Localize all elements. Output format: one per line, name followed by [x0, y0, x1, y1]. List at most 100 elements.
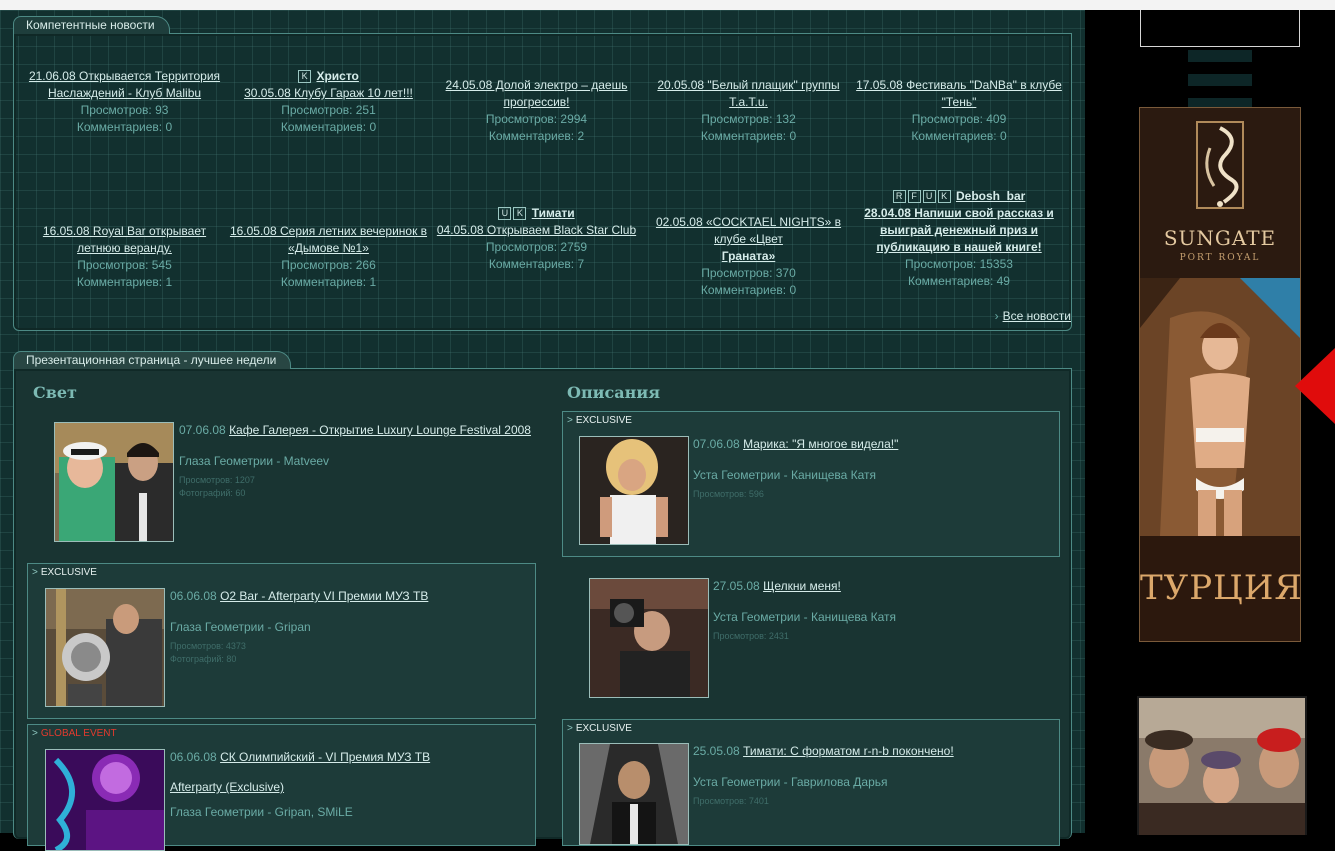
- author-tag[interactable]: Христо: [316, 69, 358, 83]
- news-item: RFUK Debosh_bar 28.04.08 Напиши свой рас…: [854, 188, 1064, 290]
- entry-photos: Фотографий: 60: [179, 488, 246, 498]
- dragon-logo-icon: [1196, 121, 1244, 209]
- news-comments: Комментариев: 2: [488, 129, 585, 143]
- presentation-panel-title: Презентационная страница - лучшее недели: [13, 351, 292, 369]
- entry-source: Глаза Геометрии - Gripan: [170, 620, 311, 634]
- entry-thumbnail[interactable]: [45, 588, 165, 707]
- news-views: Просмотров: 409: [911, 112, 1007, 126]
- entry-thumbnail[interactable]: [45, 749, 165, 851]
- chevron-right-icon: >: [567, 415, 573, 426]
- news-item: 24.05.08 Долой электро – даешь прогресси…: [434, 77, 639, 145]
- entry-thumbnail[interactable]: [579, 436, 689, 545]
- entry-views: Просмотров: 4373: [170, 641, 246, 651]
- chevron-right-icon: >: [32, 728, 38, 739]
- photo-woman-icon: [580, 437, 688, 544]
- news-link-text: 02.05.08 «COCKTAEL NIGHTS» в клубе «Цвет: [655, 215, 842, 246]
- presentation-entry: 07.06.08 Кафе Галерея - Открытие Luxury …: [179, 422, 534, 500]
- bottom-banner-ad[interactable]: [1137, 696, 1307, 835]
- news-comments: Комментариев: 0: [76, 120, 173, 134]
- news-views: Просмотров: 93: [80, 103, 169, 117]
- entry-date: 25.05.08: [693, 744, 740, 758]
- flag-icon: K: [937, 190, 951, 203]
- entry-link[interactable]: Тимати: С форматом r-n-b покончено!: [743, 744, 954, 758]
- chevron-right-icon: ›: [994, 309, 999, 323]
- global-event-label: > GLOBAL EVENT: [32, 728, 117, 739]
- author-flags: UK: [498, 205, 528, 222]
- entry-source: Уста Геометрии - Канищева Катя: [693, 468, 877, 482]
- entry-link[interactable]: Afterparty (Exclusive): [170, 780, 284, 794]
- author-tag[interactable]: Debosh_bar: [956, 189, 1025, 203]
- news-item: 16.05.08 Серия летних вечеринок в «Дымов…: [226, 223, 431, 291]
- news-views: Просмотров: 251: [281, 103, 376, 117]
- news-comments: Комментариев: 0: [280, 120, 377, 134]
- news-item: 21.06.08 Открывается Территория Наслажде…: [22, 68, 227, 136]
- decorative-shape: [1188, 50, 1252, 110]
- photo-event-icon: [46, 750, 164, 850]
- news-views: Просмотров: 266: [281, 258, 376, 272]
- news-link[interactable]: 04.05.08 Открываем Black Star Club: [437, 223, 636, 237]
- news-link[interactable]: 17.05.08 Фестиваль "DaNBa" в клубе "Тень…: [856, 78, 1062, 109]
- news-comments: Комментариев: 1: [280, 275, 377, 289]
- right-column-title: Описания: [567, 383, 661, 402]
- entry-date: 07.06.08: [693, 437, 740, 451]
- author-flags: K: [298, 68, 313, 85]
- left-arrow-icon[interactable]: [1295, 348, 1335, 424]
- sungate-ad-banner[interactable]: SUNGATE PORT ROYAL ТУРЦИЯ: [1139, 107, 1301, 642]
- entry-views: Просмотров: 596: [693, 489, 764, 499]
- news-link[interactable]: 30.05.08 Клубу Гараж 10 лет!!!: [244, 86, 413, 100]
- news-comments: Комментариев: 1: [76, 275, 173, 289]
- presentation-entry: 06.06.08 O2 Bar - Afterparty VI Премии М…: [170, 588, 530, 666]
- entry-views: Просмотров: 1207: [179, 475, 255, 485]
- exclusive-label: > EXCLUSIVE: [32, 567, 97, 578]
- news-link[interactable]: 20.05.08 "Белый плащик" группы T.a.T.u.: [657, 78, 839, 109]
- entry-link[interactable]: Щелкни меня!: [763, 579, 841, 593]
- news-views: Просмотров: 132: [701, 112, 796, 126]
- news-link[interactable]: 21.06.08 Открывается Территория Наслажде…: [29, 69, 220, 100]
- news-link[interactable]: Граната»: [722, 249, 776, 263]
- news-link[interactable]: 24.05.08 Долой электро – даешь прогресси…: [446, 78, 628, 109]
- entry-link[interactable]: Кафе Галерея - Открытие Luxury Lounge Fe…: [229, 423, 531, 437]
- ad-photo-band: [1139, 698, 1305, 835]
- entry-link[interactable]: O2 Bar - Afterparty VI Премии МУЗ ТВ: [220, 589, 428, 603]
- photo-couple-icon: [55, 423, 173, 541]
- author-flags: RFUK: [892, 188, 953, 205]
- entry-views: Просмотров: 7401: [693, 796, 769, 806]
- news-item: UK Тимати 04.05.08 Открываем Black Star …: [434, 205, 639, 273]
- news-comments: Комментариев: 0: [911, 129, 1007, 143]
- news-panel: Компетентные новости 21.06.08 Открываетс…: [13, 16, 1072, 331]
- news-views: Просмотров: 2759: [485, 240, 588, 254]
- news-link[interactable]: 16.05.08 Royal Bar открывает летнюю вера…: [43, 224, 206, 255]
- news-views: Просмотров: 2994: [485, 112, 588, 126]
- entry-date: 06.06.08: [170, 750, 217, 764]
- news-link[interactable]: 28.04.08 Напиши свой рассказ и выиграй д…: [864, 206, 1054, 254]
- entry-thumbnail[interactable]: [579, 743, 689, 845]
- presentation-entry: 07.06.08 Марика: "Я многое видела!" Уста…: [693, 436, 1053, 501]
- all-news-link[interactable]: Все новости: [1003, 309, 1071, 323]
- news-item: 16.05.08 Royal Bar открывает летнюю вера…: [22, 223, 227, 291]
- entry-thumbnail[interactable]: [54, 422, 174, 542]
- all-news: › Все новости: [995, 309, 1071, 323]
- news-link[interactable]: 02.05.08 «COCKTAEL NIGHTS» в клубе «Цвет: [656, 215, 841, 246]
- flag-icon: U: [498, 207, 512, 220]
- chevron-right-icon: >: [32, 567, 38, 578]
- exclusive-label: > EXCLUSIVE: [567, 415, 632, 426]
- top-banner-ad[interactable]: [1140, 10, 1300, 47]
- entry-link[interactable]: Марика: "Я многое видела!": [743, 437, 898, 451]
- photo-award-icon: [46, 589, 164, 706]
- ad-brand: SUNGATE: [1163, 226, 1277, 250]
- flag-icon: R: [892, 190, 906, 203]
- news-views: Просмотров: 370: [701, 266, 796, 280]
- news-panel-title: Компетентные новости: [13, 16, 170, 34]
- entry-thumbnail[interactable]: [589, 578, 709, 698]
- news-link[interactable]: 16.05.08 Серия летних вечеринок в «Дымов…: [230, 224, 427, 255]
- entry-date: 07.06.08: [179, 423, 226, 437]
- chevron-right-icon: >: [567, 723, 573, 734]
- presentation-entry: 06.06.08 СК Олимпийский - VI Премия МУЗ …: [170, 749, 530, 821]
- entry-source: Глаза Геометрии - Matveev: [179, 454, 330, 468]
- photo-camera-icon: [590, 579, 708, 697]
- entry-link[interactable]: СК Олимпийский - VI Премия МУЗ ТВ: [220, 750, 430, 764]
- news-item: K Христо 30.05.08 Клубу Гараж 10 лет!!! …: [226, 68, 431, 136]
- entry-date: 06.06.08: [170, 589, 217, 603]
- author-tag[interactable]: Тимати: [532, 206, 575, 220]
- flag-icon: K: [513, 207, 527, 220]
